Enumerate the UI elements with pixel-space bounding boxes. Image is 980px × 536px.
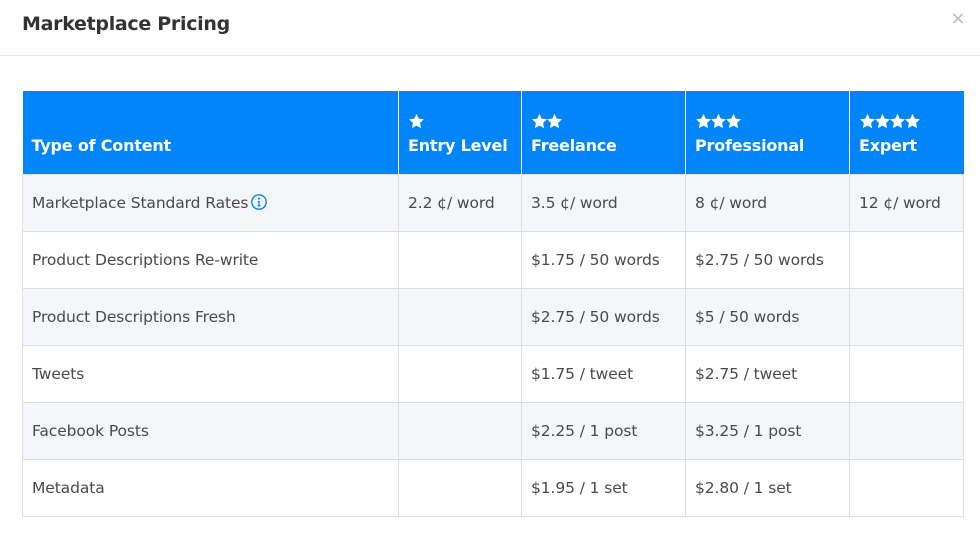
cell-content-type: Product Descriptions Re-write [22,230,399,289]
cell-expert [849,458,964,517]
cell-entry-level [398,458,522,517]
star-rating [695,113,841,131]
cell-professional: $2.75 / tweet [685,344,850,403]
table-row: Tweets $1.75 / tweet $2.75 / tweet [22,344,964,403]
cell-expert [849,287,964,346]
cell-content-type: Tweets [22,344,399,403]
cell-freelance: $1.95 / 1 set [521,458,686,517]
table-header-row: Type of Content Entry Level Freelance Pr… [22,91,964,174]
pricing-table: Type of Content Entry Level Freelance Pr… [22,91,964,517]
table-row: Product Descriptions Fresh $2.75 / 50 wo… [22,287,964,346]
cell-freelance: $2.25 / 1 post [521,401,686,460]
star-icon [905,113,920,128]
cell-expert: 12 ¢/ word [849,173,964,232]
column-header-professional: Professional [685,91,850,174]
cell-freelance: $2.75 / 50 words [521,287,686,346]
info-circle-icon[interactable] [251,193,268,210]
close-button[interactable]: × [948,8,968,30]
star-icon [547,113,562,128]
cell-freelance: 3.5 ¢/ word [521,173,686,232]
cell-entry-level [398,401,522,460]
star-rating [531,113,677,131]
cell-entry-level [398,344,522,403]
cell-content-type: Product Descriptions Fresh [22,287,399,346]
star-rating [408,113,513,131]
cell-professional: $2.80 / 1 set [685,458,850,517]
cell-professional: $5 / 50 words [685,287,850,346]
cell-professional: $3.25 / 1 post [685,401,850,460]
star-icon [409,113,424,128]
cell-entry-level [398,230,522,289]
cell-entry-level: 2.2 ¢/ word [398,173,522,232]
cell-expert [849,401,964,460]
cell-content-type: Marketplace Standard Rates [22,173,399,232]
column-header-expert: Expert [849,91,964,174]
cell-professional: 8 ¢/ word [685,173,850,232]
star-rating [859,113,956,131]
table-row: Marketplace Standard Rates 2.2 ¢/ word 3… [22,173,964,232]
star-icon [726,113,741,128]
cell-entry-level [398,287,522,346]
cell-expert [849,344,964,403]
cell-expert [849,230,964,289]
cell-freelance: $1.75 / tweet [521,344,686,403]
column-header-entry-level: Entry Level [398,91,522,174]
column-header-type: Type of Content [22,91,399,174]
table-row: Product Descriptions Re-write $1.75 / 50… [22,230,964,289]
cell-content-type: Metadata [22,458,399,517]
modal-header: Marketplace Pricing × [0,0,980,56]
table-row: Metadata $1.95 / 1 set $2.80 / 1 set [22,458,964,517]
cell-freelance: $1.75 / 50 words [521,230,686,289]
column-header-freelance: Freelance [521,91,686,174]
table-row: Facebook Posts $2.25 / 1 post $3.25 / 1 … [22,401,964,460]
cell-professional: $2.75 / 50 words [685,230,850,289]
cell-content-type: Facebook Posts [22,401,399,460]
modal-title: Marketplace Pricing [22,13,230,35]
